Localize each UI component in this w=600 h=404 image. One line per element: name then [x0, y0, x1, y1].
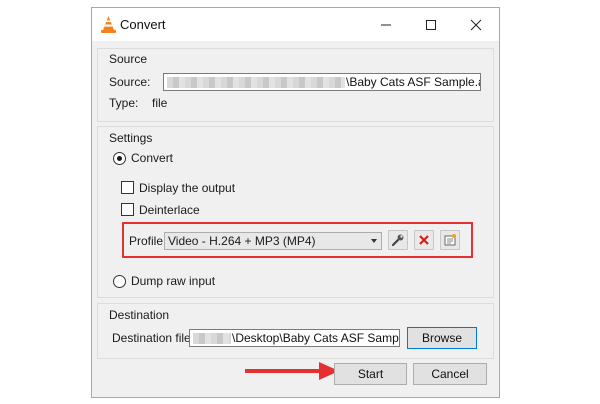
source-group: Source Source: \Baby Cats ASF Sample.asf…: [97, 48, 494, 122]
deinterlace-checkbox[interactable]: [121, 203, 134, 216]
profile-select[interactable]: Video - H.264 + MP3 (MP4): [164, 232, 382, 250]
window-title: Convert: [120, 17, 166, 32]
source-value: \Baby Cats ASF Sample.asf: [346, 75, 481, 89]
destination-file-field[interactable]: \Desktop\Baby Cats ASF Sample.asf: [189, 329, 400, 347]
delete-profile-button[interactable]: [414, 230, 434, 250]
settings-group-title: Settings: [109, 131, 153, 145]
close-button[interactable]: [454, 8, 499, 41]
edit-profile-button[interactable]: [388, 230, 408, 250]
convert-label[interactable]: Convert: [131, 151, 173, 165]
wrench-icon: [391, 234, 404, 247]
start-button[interactable]: Start: [334, 363, 407, 385]
destination-file-value: \Desktop\Baby Cats ASF Sample.asf: [232, 331, 400, 345]
type-value: file: [152, 96, 168, 110]
source-group-title: Source: [109, 52, 148, 66]
dump-raw-label[interactable]: Dump raw input: [131, 274, 215, 288]
redacted-path: [193, 333, 231, 344]
dropdown-arrow-icon: [371, 239, 377, 243]
browse-button[interactable]: Browse: [407, 327, 477, 349]
vlc-cone-icon: [101, 16, 116, 33]
profile-value: Video - H.264 + MP3 (MP4): [168, 234, 316, 248]
profile-label: Profile: [129, 234, 164, 248]
new-profile-icon: [444, 234, 456, 246]
delete-icon: [419, 235, 429, 245]
new-profile-button[interactable]: [440, 230, 460, 250]
display-output-label[interactable]: Display the output: [139, 181, 235, 195]
close-icon: [470, 19, 482, 31]
minimize-icon: [381, 24, 391, 26]
dump-raw-radio[interactable]: [113, 275, 126, 288]
title-bar[interactable]: Convert: [92, 8, 499, 41]
minimize-button[interactable]: [364, 8, 409, 41]
display-output-checkbox[interactable]: [121, 181, 134, 194]
destination-group-title: Destination: [109, 308, 170, 322]
convert-radio[interactable]: [113, 152, 126, 165]
destination-file-label: Destination file:: [112, 331, 195, 345]
red-arrow-annotation: [245, 362, 339, 380]
type-label: Type:: [109, 96, 139, 110]
source-field[interactable]: \Baby Cats ASF Sample.asf: [163, 73, 481, 91]
maximize-icon: [426, 20, 436, 30]
deinterlace-label[interactable]: Deinterlace: [139, 203, 200, 217]
redacted-path: [167, 77, 345, 88]
maximize-button[interactable]: [409, 8, 454, 41]
cancel-button[interactable]: Cancel: [413, 363, 487, 385]
source-label: Source:: [109, 75, 151, 89]
